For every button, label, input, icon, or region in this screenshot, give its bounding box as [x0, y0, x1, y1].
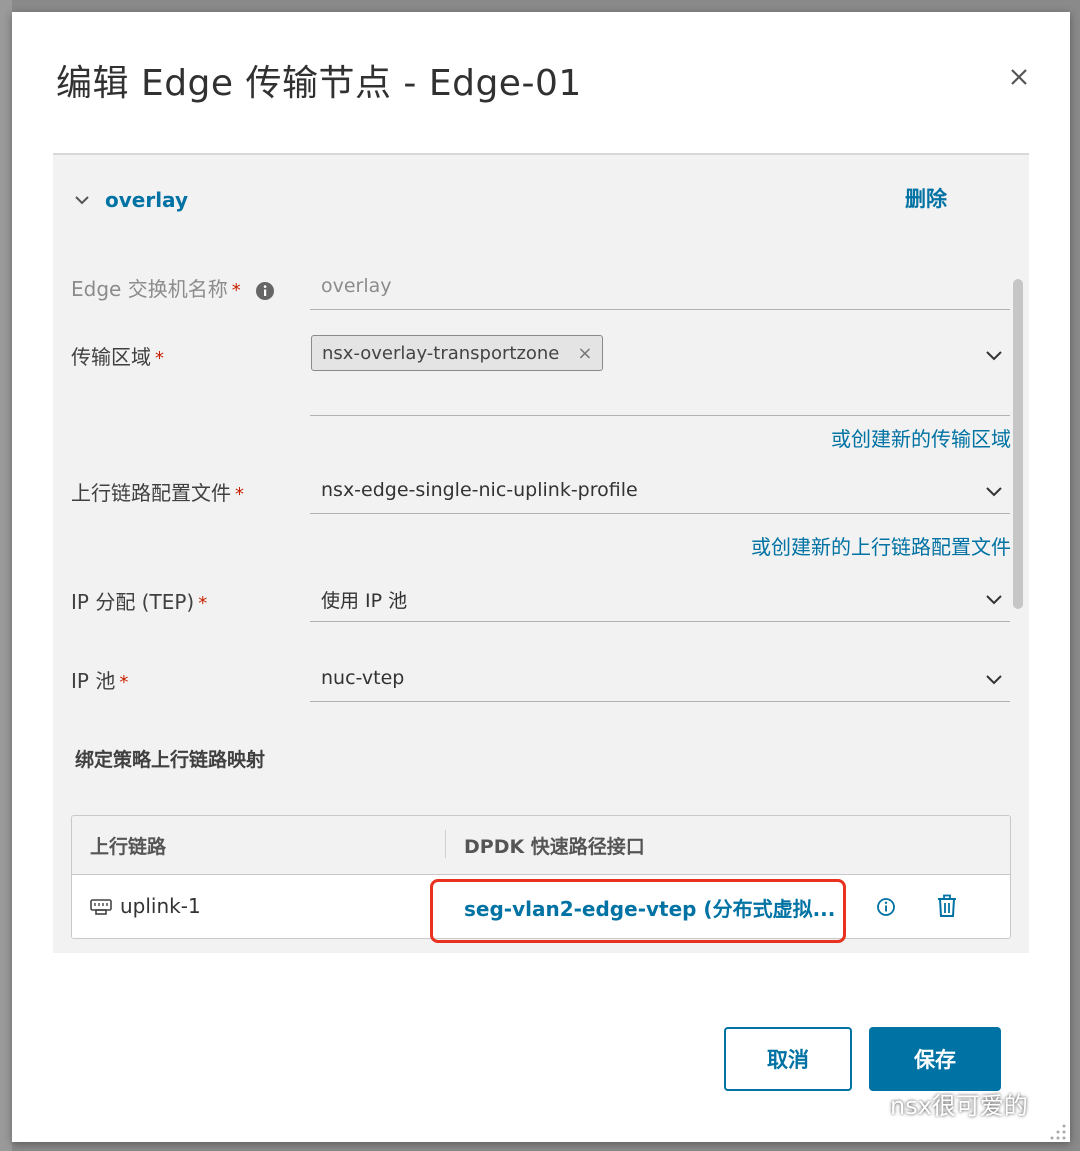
chevron-down-icon — [75, 196, 89, 205]
overlay-switch-panel: overlay 删除 Edge 交换机名称 * overlay 传输区域 * nsx… — [53, 153, 1029, 953]
ip-assignment-label: IP 分配 (TEP) * — [71, 586, 207, 615]
watermark: nsx很可爱的 — [846, 1086, 1028, 1121]
transport-zone-label-text: 传输区域 — [71, 345, 151, 369]
transport-zone-select[interactable]: nsx-overlay-transportzone × — [310, 335, 1010, 416]
required-mark: * — [119, 672, 129, 693]
required-mark: * — [231, 280, 241, 301]
ip-pool-select[interactable]: nuc-vtep — [310, 657, 1010, 702]
chevron-down-icon[interactable] — [984, 669, 1004, 689]
highlight-box — [430, 879, 846, 943]
create-uplink-profile-link[interactable]: 或创建新的上行链路配置文件 — [751, 531, 1011, 560]
uplink-profile-label-text: 上行链路配置文件 — [71, 481, 231, 505]
required-mark: * — [235, 484, 244, 505]
ip-assignment-label-text: IP 分配 (TEP) — [71, 590, 195, 614]
column-header-dpdk-interface[interactable]: DPDK 快速路径接口 — [464, 832, 645, 859]
wechat-icon — [848, 1091, 883, 1116]
panel-scrollbar[interactable] — [1013, 279, 1023, 609]
switch-name-label: Edge 交换机名称 * — [71, 273, 275, 302]
uplink-profile-select[interactable]: nsx-edge-single-nic-uplink-profile — [310, 469, 1010, 514]
uplink-profile-label: 上行链路配置文件 * — [71, 477, 244, 506]
watermark-text: nsx很可爱的 — [890, 1092, 1028, 1120]
trash-icon[interactable] — [936, 894, 958, 918]
uplink-port-icon — [90, 899, 112, 915]
switch-name-value: overlay — [321, 275, 392, 297]
backdrop — [0, 0, 12, 1151]
switch-name-label-text: Edge 交换机名称 — [71, 277, 228, 301]
switch-name-input[interactable]: overlay — [310, 265, 1010, 310]
column-header-uplink[interactable]: 上行链路 — [90, 832, 166, 859]
grid-header: 上行链路 DPDK 快速路径接口 — [72, 816, 1010, 875]
uplink-name: uplink-1 — [120, 894, 201, 918]
column-divider — [445, 830, 446, 858]
transport-zone-chip: nsx-overlay-transportzone × — [311, 335, 604, 371]
transport-zone-label: 传输区域 * — [71, 341, 164, 370]
ip-pool-label: IP 池 * — [71, 665, 128, 694]
ip-assignment-select[interactable]: 使用 IP 池 — [310, 577, 1010, 622]
chevron-down-icon[interactable] — [984, 481, 1004, 501]
cancel-button[interactable]: 取消 — [724, 1027, 852, 1091]
transport-zone-chip-label: nsx-overlay-transportzone — [322, 342, 560, 364]
ip-pool-value: nuc-vtep — [321, 667, 405, 689]
chevron-down-icon[interactable] — [984, 589, 1004, 609]
save-button[interactable]: 保存 — [869, 1027, 1001, 1091]
close-icon — [1011, 69, 1027, 85]
uplink-profile-value: nsx-edge-single-nic-uplink-profile — [321, 479, 638, 501]
ip-assignment-value: 使用 IP 池 — [321, 590, 408, 612]
edit-edge-transport-node-dialog: 编辑 Edge 传输节点 - Edge-01 overlay 删除 Edge 交… — [12, 12, 1070, 1142]
dialog-title: 编辑 Edge 传输节点 - Edge-01 — [56, 63, 582, 104]
remove-chip-icon[interactable]: × — [577, 343, 592, 364]
uplink-mapping-title: 绑定策略上行链路映射 — [75, 749, 266, 771]
resize-grip-icon[interactable] — [1046, 1120, 1068, 1142]
delete-button[interactable]: 删除 — [905, 183, 947, 213]
required-mark: * — [198, 593, 208, 614]
section-name: overlay — [105, 188, 188, 212]
create-transport-zone-link[interactable]: 或创建新的传输区域 — [831, 423, 1011, 452]
close-button[interactable] — [1004, 62, 1034, 92]
section-toggle[interactable]: overlay — [73, 185, 188, 215]
info-icon[interactable] — [255, 281, 275, 301]
ip-pool-label-text: IP 池 — [71, 669, 116, 693]
chevron-down-icon[interactable] — [984, 345, 1004, 365]
required-mark: * — [155, 348, 164, 369]
info-icon[interactable] — [876, 897, 896, 917]
